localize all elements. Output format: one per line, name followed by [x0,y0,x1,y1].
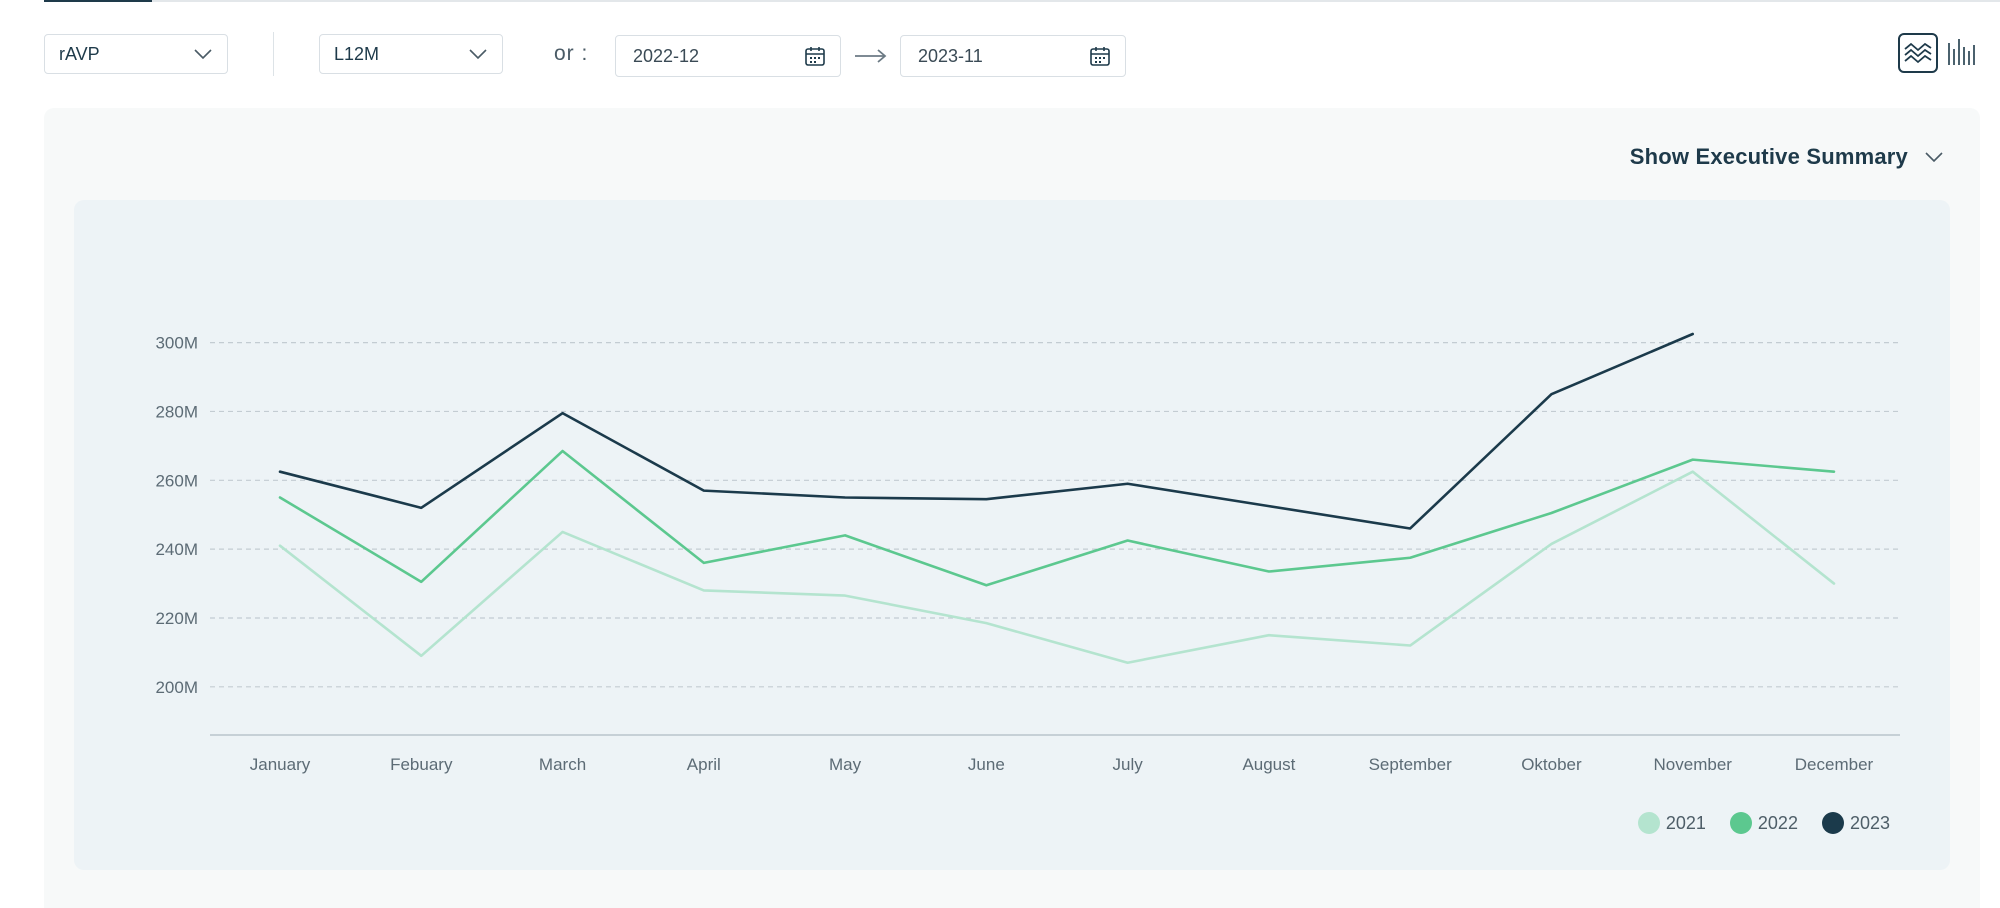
arrow-right-icon [855,49,887,63]
legend-label: 2021 [1665,812,1706,833]
x-tick-label: December [1795,755,1874,774]
data-point-2022 [844,534,846,536]
legend-swatch [1821,812,1844,834]
x-tick-label: May [829,755,862,774]
data-point-2023 [1127,483,1129,485]
data-point-2022 [1268,571,1270,573]
data-point-2022 [420,581,422,583]
chevron-down-icon [194,49,212,60]
legend-swatch [1729,812,1752,834]
executive-summary-label: Show Executive Summary [1629,144,1908,169]
data-point-2022 [1409,557,1411,559]
data-point-2021 [562,531,564,533]
data-point-2021 [1127,662,1129,664]
data-point-2023 [420,507,422,509]
start-date-value: 2022-12 [633,45,700,66]
series-line-2021 [278,470,1836,665]
data-point-2023 [1409,527,1411,529]
data-point-2022 [1550,512,1552,514]
data-point-2021 [703,589,705,591]
x-tick-label: June [968,755,1005,774]
x-tick-label: August [1242,755,1295,774]
data-point-2023 [844,497,846,498]
data-point-2022 [1692,459,1694,461]
dashboard-page: rAVP L12M or : 2022-12 2023-11 Show Exec… [0,0,2000,908]
toolbar-divider [273,32,274,76]
chevron-down-icon [469,49,487,60]
data-point-2021 [1692,471,1694,473]
data-point-2022 [985,584,987,586]
legend-label: 2023 [1849,812,1890,833]
period-select-value: L12M [334,43,380,64]
data-point-2022 [562,450,564,452]
legend-swatch [1637,812,1660,834]
y-tick-label: 200M [155,678,198,697]
x-tick-label: April [687,755,721,774]
x-tick-label: November [1654,755,1733,774]
metric-select[interactable]: rAVP [44,34,228,74]
data-point-2021 [1409,645,1411,647]
end-date-value: 2023-11 [918,45,983,66]
data-point-2022 [703,562,705,564]
x-tick-label: September [1369,755,1452,774]
metric-select-value: rAVP [59,43,100,64]
data-point-2021 [1268,634,1270,636]
data-point-2023 [562,412,564,414]
data-point-2022 [1833,471,1835,473]
data-point-2021 [420,655,422,657]
data-point-2023 [1550,393,1552,395]
y-tick-label: 240M [155,540,198,559]
y-tick-label: 300M [155,334,198,353]
bar-view-icon[interactable] [1946,37,1978,67]
y-tick-label: 220M [155,609,198,628]
x-tick-label: January [250,755,311,774]
end-date-input[interactable]: 2023-11 [900,35,1126,77]
chart-panel: Show Executive Summary 200M 220M 240M 260M 2… [44,108,1980,908]
line-view-button[interactable] [1898,33,1938,73]
chart-view-toggle [1898,33,2000,75]
legend-item-2022[interactable]: 2022 [1729,812,1798,834]
data-point-2021 [279,545,281,547]
executive-summary-toggle[interactable]: Show Executive Summary [1630,144,1944,170]
x-tick-label: Oktober [1521,755,1582,774]
line-chart-card: 200M 220M 240M 260M 280M 300M January Febuary Ma… [74,200,1950,870]
legend-item-2023[interactable]: 2023 [1821,812,1890,834]
line-view-icon [1904,42,1932,64]
data-point-2023 [985,498,987,500]
or-label: or : [554,42,589,65]
data-point-2021 [1833,583,1835,585]
filter-toolbar: rAVP L12M or : 2022-12 2023-11 [0,0,2000,100]
data-point-2023 [703,490,705,492]
x-tick-label: July [1113,755,1144,774]
data-point-2023 [279,471,281,473]
data-point-2021 [844,595,846,597]
legend-item-2021[interactable]: 2021 [1637,812,1706,834]
calendar-icon[interactable] [804,45,826,67]
start-date-input[interactable]: 2022-12 [615,35,841,77]
calendar-icon[interactable] [1089,45,1111,67]
data-point-2022 [279,497,281,498]
y-tick-label: 260M [155,471,198,490]
data-point-2023 [1268,505,1270,507]
data-point-2022 [1127,540,1129,542]
chart-legend: 2021 2022 2023 [1614,812,1890,834]
period-select[interactable]: L12M [319,34,503,74]
chevron-down-icon [1925,152,1943,163]
x-tick-label: March [539,755,586,774]
legend-label: 2022 [1757,812,1798,833]
x-tick-label: Febuary [390,755,453,774]
data-point-2021 [985,622,987,624]
y-tick-label: 280M [155,402,198,421]
line-chart: 200M 220M 240M 260M 280M 300M January Febuary Ma… [155,332,1900,774]
data-point-2021 [1550,543,1552,545]
data-point-2023 [1692,333,1694,335]
